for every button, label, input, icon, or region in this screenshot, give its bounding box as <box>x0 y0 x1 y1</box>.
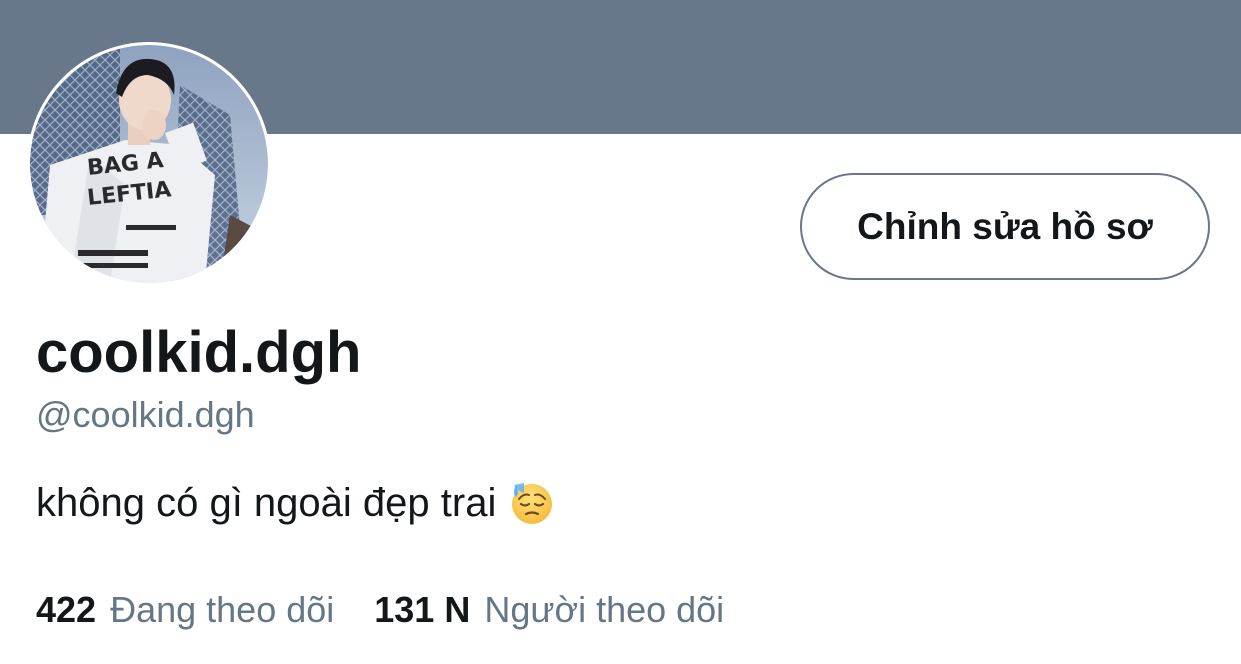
profile-stats: 422 Đang theo dõi 131 N Người theo dõi <box>36 586 724 634</box>
display-name: coolkid.dgh <box>36 320 362 385</box>
avatar-photo: BAG A LEFTIA <box>30 45 268 283</box>
edit-profile-label: Chỉnh sửa hồ sơ <box>857 205 1153 247</box>
following-label: Đang theo dõi <box>110 589 335 630</box>
profile-bio: không có gì ngoài đẹp trai <box>36 478 554 528</box>
profile-page: BAG A LEFTIA Chỉnh sửa hồ sơ coolkid.dgh… <box>0 0 1241 664</box>
following-count: 422 <box>36 589 97 630</box>
following-stat[interactable]: 422 Đang theo dõi <box>36 586 334 634</box>
followers-stat[interactable]: 131 N Người theo dõi <box>374 586 724 634</box>
followers-count: 131 N <box>374 589 471 630</box>
username-handle: @coolkid.dgh <box>36 394 255 435</box>
followers-label: Người theo dõi <box>484 589 725 630</box>
avatar[interactable]: BAG A LEFTIA <box>27 42 271 286</box>
edit-profile-button[interactable]: Chỉnh sửa hồ sơ <box>800 173 1210 280</box>
bio-text: không có gì ngoài đẹp trai <box>36 481 497 525</box>
downcast-face-with-sweat-icon <box>512 483 553 524</box>
